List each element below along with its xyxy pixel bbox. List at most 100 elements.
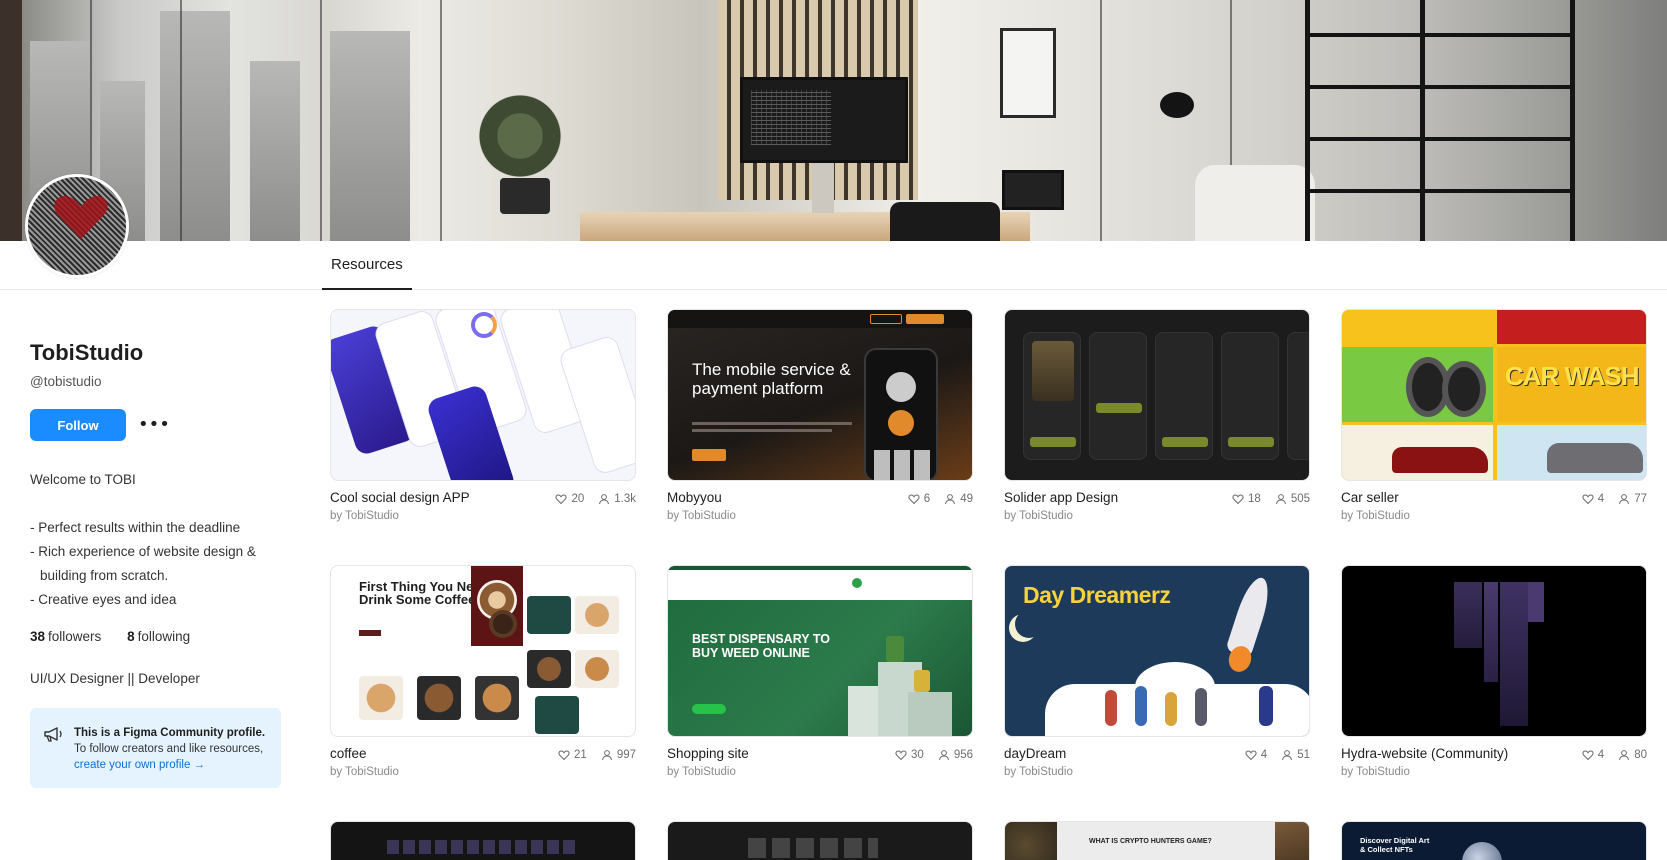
resource-author[interactable]: by TobiStudio [330, 510, 399, 522]
community-profile-notice: This is a Figma Community profile. To fo… [30, 708, 281, 788]
resource-card[interactable] [667, 821, 973, 860]
follow-button[interactable]: Follow [30, 409, 126, 441]
heart-icon[interactable] [1245, 749, 1257, 761]
thumb-screen [1528, 582, 1544, 622]
thumb-text-line [692, 429, 832, 432]
thumb-cup [575, 650, 619, 688]
community-notice-title: This is a Figma Community profile. [74, 727, 266, 739]
heart-icon[interactable] [1582, 749, 1594, 761]
thumb-product [914, 670, 930, 692]
user-icon [945, 494, 956, 505]
thumb-panel [1342, 347, 1493, 422]
resource-author[interactable]: by TobiStudio [667, 510, 736, 522]
thumb-panel: CAR WASH [1497, 347, 1646, 422]
profile-name: TobiStudio [30, 340, 144, 365]
resource-stats: 18 505 [1232, 493, 1310, 505]
tab-bar: Resources [0, 241, 1667, 290]
thumb-phone [864, 348, 938, 480]
likes-count: 4 [1597, 749, 1605, 761]
likes-count: 4 [1260, 749, 1268, 761]
heart-icon[interactable] [1232, 493, 1244, 505]
thumb-cup [527, 650, 571, 688]
resource-card[interactable]: First Thing You Need Drink Some Coffee. … [330, 565, 636, 795]
user-icon [601, 750, 612, 761]
thumb-progress-ring [471, 312, 497, 338]
resource-thumbnail [330, 309, 636, 481]
thumb-button [1228, 437, 1274, 447]
thumb-panel [1342, 425, 1493, 480]
resource-card[interactable]: Discover Digital Art & Collect NFTs [1341, 821, 1647, 860]
thumb-product [886, 636, 904, 662]
banner-shelf-post [1305, 0, 1310, 241]
banner-chair [890, 202, 1000, 241]
more-options-button[interactable]: ••• [138, 412, 170, 438]
thumb-pedestal [908, 692, 952, 736]
thumb-screen [1023, 332, 1081, 460]
thumb-headline: WHAT IS CRYPTO HUNTERS GAME? [1089, 838, 1212, 845]
heart-icon[interactable] [558, 749, 570, 761]
resource-stats: 4 51 [1245, 749, 1310, 761]
resource-card[interactable]: Solider app Design by TobiStudio 18 505 [1004, 309, 1310, 539]
thumb-keypad [874, 450, 930, 480]
user-icon [938, 750, 949, 761]
thumb-car [1547, 443, 1643, 473]
create-profile-link[interactable]: create your own profile → [74, 757, 271, 773]
tab-resources[interactable]: Resources [322, 241, 412, 290]
banner-window-pane [440, 0, 442, 241]
likes-count: 6 [923, 493, 931, 505]
resource-stats: 21 997 [558, 749, 636, 761]
user-icon [1282, 750, 1293, 761]
resource-card[interactable] [330, 821, 636, 860]
thumb-button [1162, 437, 1208, 447]
heart-icon[interactable] [895, 749, 907, 761]
heart-icon[interactable] [555, 493, 567, 505]
likes-count: 20 [571, 493, 585, 505]
users-count: 505 [1290, 493, 1310, 505]
likes-count: 4 [1597, 493, 1605, 505]
heart-icon[interactable] [1582, 493, 1594, 505]
resource-card[interactable]: Cool social design APP by TobiStudio 20 … [330, 309, 636, 539]
user-icon [599, 494, 610, 505]
megaphone-icon [44, 727, 62, 742]
resource-card[interactable]: BEST DISPENSARY TO BUY WEED ONLINE Shopp… [667, 565, 973, 795]
user-icon [1275, 494, 1286, 505]
thumb-panel [1497, 310, 1646, 344]
banner-shelf [1305, 0, 1575, 241]
resource-author[interactable]: by TobiStudio [667, 766, 736, 778]
resource-author[interactable]: by TobiStudio [330, 766, 399, 778]
following-label: following [137, 629, 191, 644]
resource-title: dayDream [1004, 746, 1067, 761]
thumb-call-btn [888, 410, 914, 436]
thumb-cup [527, 596, 571, 634]
resource-card[interactable]: WHAT IS CRYPTO HUNTERS GAME? [1004, 821, 1310, 860]
thumb-character [1105, 690, 1117, 726]
resource-card[interactable]: The mobile service & payment platform Mo… [667, 309, 973, 539]
resource-author[interactable]: by TobiStudio [1004, 510, 1073, 522]
thumb-soldier [1032, 341, 1074, 401]
thumb-headline: BEST DISPENSARY TO BUY WEED ONLINE [692, 632, 830, 660]
resource-thumbnail [1004, 309, 1310, 481]
likes-count: 21 [574, 749, 587, 761]
follow-counts: 38 followers 8 following [30, 629, 190, 644]
thumb-button [1096, 403, 1142, 413]
bio-spacer [30, 492, 282, 516]
users-count: 77 [1634, 493, 1647, 505]
resource-card[interactable]: CAR WASH Car seller by TobiStudio 4 77 [1341, 309, 1647, 539]
resource-thumbnail: Discover Digital Art & Collect NFTs [1341, 821, 1647, 860]
following-link[interactable]: 8 following [127, 629, 190, 644]
heart-icon[interactable] [908, 493, 920, 505]
banner-shelf-post [1420, 0, 1425, 241]
thumb-nav-btn [870, 314, 902, 324]
banner-wall-frame [1000, 28, 1056, 118]
resource-card[interactable]: Hydra-website (Community) by TobiStudio … [1341, 565, 1647, 795]
avatar[interactable] [25, 174, 129, 278]
resource-card[interactable]: Day Dreamerz dayDream by TobiStudio 4 51 [1004, 565, 1310, 795]
community-notice-text: To follow creators and like resources, [74, 743, 264, 755]
thumb-screen [1454, 582, 1482, 648]
thumb-panel [1497, 425, 1646, 480]
users-count: 51 [1297, 749, 1310, 761]
resource-author[interactable]: by TobiStudio [1004, 766, 1073, 778]
resource-author[interactable]: by TobiStudio [1341, 510, 1410, 522]
resource-author[interactable]: by TobiStudio [1341, 766, 1410, 778]
followers-link[interactable]: 38 followers [30, 629, 101, 644]
